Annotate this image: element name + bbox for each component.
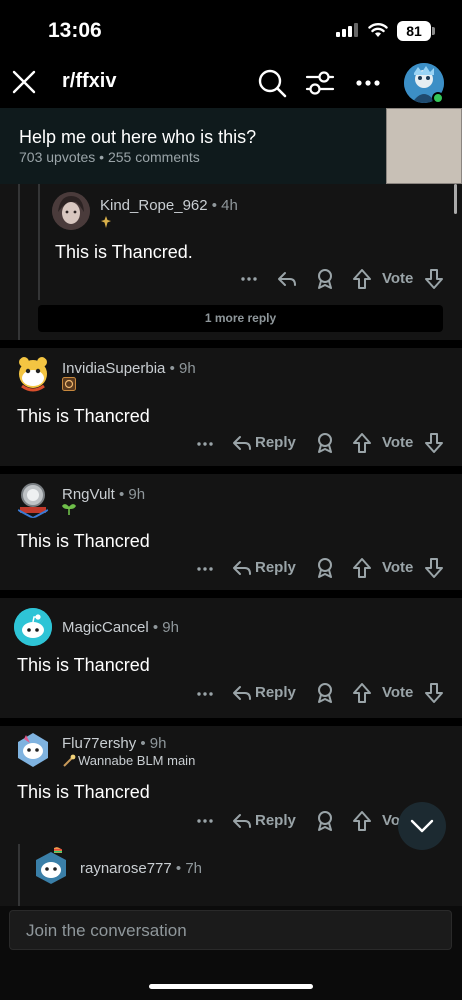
award-icon[interactable] — [314, 810, 336, 832]
chevron-down-icon — [410, 819, 434, 833]
reply-icon[interactable] — [231, 432, 253, 454]
battery-tip — [432, 27, 435, 35]
more-icon[interactable] — [196, 685, 214, 703]
reply-icon[interactable] — [231, 557, 253, 579]
avatar[interactable] — [14, 480, 52, 518]
comment-actions: Vote — [240, 268, 450, 292]
flair-icon — [62, 377, 76, 391]
comment-text: This is Thancred — [17, 782, 150, 802]
top-nav: r/ffxiv — [0, 58, 462, 108]
home-indicator[interactable] — [149, 984, 313, 989]
reply-label[interactable]: Reply — [255, 434, 296, 451]
status-time: 13:06 — [48, 19, 102, 42]
signal-icon — [336, 23, 358, 37]
more-icon[interactable] — [196, 435, 214, 453]
comment-author[interactable]: raynarose777 • 7h — [80, 860, 202, 877]
post-meta: 703 upvotes • 255 comments — [19, 149, 200, 165]
comment-input[interactable]: Join the conversation — [9, 910, 452, 950]
avatar[interactable] — [14, 354, 52, 392]
comment-text: This is Thancred — [17, 406, 150, 426]
sliders-icon[interactable] — [305, 68, 335, 98]
more-icon[interactable] — [196, 560, 214, 578]
comment-card: RngVult • 9h This is Thancred Reply Vote — [0, 474, 462, 590]
reply-icon[interactable] — [231, 682, 253, 704]
downvote-icon[interactable] — [424, 432, 444, 454]
avatar[interactable] — [52, 192, 90, 230]
thread-line — [38, 184, 40, 300]
wifi-icon — [368, 23, 388, 37]
more-icon[interactable] — [355, 70, 381, 96]
reply-label[interactable]: Reply — [255, 684, 296, 701]
comment-actions: Reply Vote — [196, 557, 450, 581]
more-replies-button[interactable]: 1 more reply — [38, 305, 443, 332]
vote-label: Vote — [382, 434, 414, 451]
award-icon[interactable] — [314, 432, 336, 454]
award-icon[interactable] — [314, 557, 336, 579]
vote-label: Vote — [382, 559, 414, 576]
reply-label[interactable]: Reply — [255, 812, 296, 829]
scroll-down-button[interactable] — [398, 802, 446, 850]
scrollbar[interactable] — [454, 184, 457, 214]
comment-text: This is Thancred. — [55, 242, 193, 262]
reply-label[interactable]: Reply — [255, 559, 296, 576]
more-icon[interactable] — [196, 812, 214, 830]
comment-text: This is Thancred — [17, 531, 150, 551]
comment-input-placeholder: Join the conversation — [26, 921, 187, 940]
flair-icon — [101, 216, 111, 228]
search-icon[interactable] — [257, 68, 287, 98]
comment-card: MagicCancel • 9h This is Thancred Reply … — [0, 598, 462, 718]
downvote-icon[interactable] — [424, 557, 444, 579]
flair-icon — [63, 754, 76, 767]
comment-author[interactable]: RngVult • 9h — [62, 486, 145, 503]
thread-line — [18, 184, 20, 340]
thread-line — [18, 844, 20, 906]
upvote-icon[interactable] — [352, 432, 372, 454]
bottom-bar: Join the conversation — [0, 906, 462, 1000]
comment-card: Flu77ershy • 9h Wannabe BLM main This is… — [0, 726, 462, 906]
comment-author[interactable]: InvidiaSuperbia • 9h — [62, 360, 196, 377]
upvote-icon[interactable] — [352, 682, 372, 704]
avatar[interactable] — [32, 846, 70, 884]
user-flair: Wannabe BLM main — [78, 753, 196, 768]
comments-list[interactable]: Kind_Rope_962 • 4h This is Thancred. Vot… — [0, 184, 462, 906]
online-indicator — [432, 92, 444, 104]
downvote-icon[interactable] — [424, 682, 444, 704]
post-thumbnail[interactable] — [386, 108, 462, 184]
flair-icon — [62, 504, 76, 515]
award-icon[interactable] — [314, 268, 336, 290]
reply-icon[interactable] — [276, 268, 298, 290]
close-icon[interactable] — [10, 68, 38, 96]
battery-indicator: 81 — [397, 21, 431, 41]
upvote-icon[interactable] — [352, 268, 372, 290]
card-divider — [0, 340, 462, 348]
comment-actions: Reply Vote — [196, 432, 450, 456]
avatar[interactable] — [14, 731, 52, 769]
upvote-icon[interactable] — [352, 810, 372, 832]
comment-author[interactable]: Flu77ershy • 9h — [62, 735, 166, 752]
award-icon[interactable] — [314, 682, 336, 704]
post-header[interactable]: Help me out here who is this? 703 upvote… — [0, 108, 462, 184]
comment-actions: Reply Vote — [196, 682, 450, 706]
post-title: Help me out here who is this? — [19, 127, 257, 147]
vote-label: Vote — [382, 684, 414, 701]
subreddit-name[interactable]: r/ffxiv — [62, 70, 116, 93]
comment-card: InvidiaSuperbia • 9h This is Thancred Re… — [0, 348, 462, 466]
downvote-icon[interactable] — [424, 268, 444, 290]
comment-card: Kind_Rope_962 • 4h This is Thancred. Vot… — [0, 184, 462, 340]
comment-author[interactable]: Kind_Rope_962 • 4h — [100, 197, 238, 214]
reply-icon[interactable] — [231, 810, 253, 832]
more-icon[interactable] — [240, 270, 258, 288]
upvote-icon[interactable] — [352, 557, 372, 579]
comment-text: This is Thancred — [17, 655, 150, 675]
status-bar: 13:06 81 — [0, 0, 462, 58]
comment-author[interactable]: MagicCancel • 9h — [62, 619, 179, 636]
avatar[interactable] — [14, 608, 52, 646]
vote-label: Vote — [382, 270, 414, 287]
